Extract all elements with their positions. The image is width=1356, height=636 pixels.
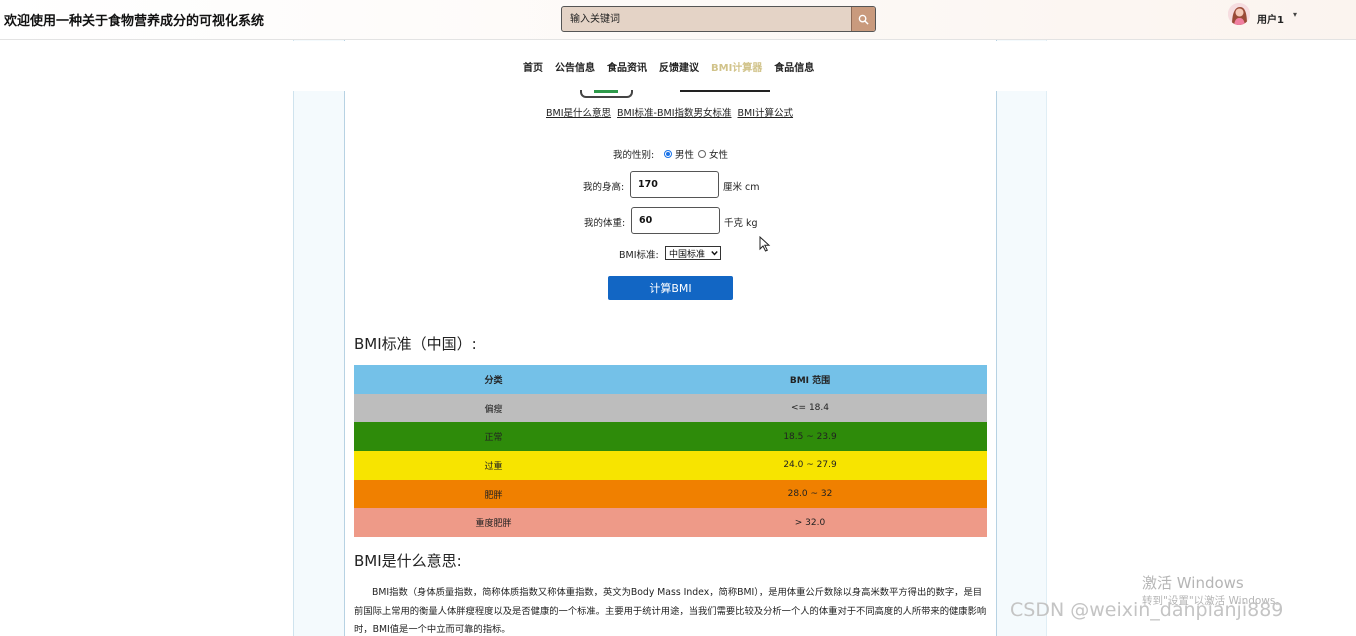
avatar[interactable] <box>1228 3 1250 25</box>
height-field[interactable] <box>630 171 719 198</box>
search-input[interactable] <box>562 7 852 31</box>
bmi-meaning-heading: BMI是什么意思: <box>354 552 462 570</box>
nav-item-bmi-calculator[interactable]: BMI计算器 <box>711 59 762 74</box>
range-cell: 28.0 ~ 32 <box>787 489 833 500</box>
table-row: 正常 18.5 ~ 23.9 <box>354 422 987 452</box>
nav-item-home[interactable]: 首页 <box>523 59 543 74</box>
nav-item-feedback[interactable]: 反馈建议 <box>659 59 699 74</box>
category-cell: 过重 <box>484 461 503 472</box>
gender-female-label: 女性 <box>709 150 729 161</box>
page-side-left <box>293 40 344 636</box>
calculate-bmi-button[interactable]: 计算BMI <box>608 276 733 300</box>
page-heading-partial <box>680 86 772 94</box>
gender-label: 我的性别: <box>613 150 655 161</box>
bmi-standard-table: 分类 BMI 范围 偏瘦 <= 18.4 正常 18.5 ~ 23.9 过重 2… <box>354 365 987 538</box>
search-box <box>561 6 876 32</box>
chevron-down-icon[interactable]: ▾ <box>1293 10 1297 19</box>
user-name[interactable]: 用户1 <box>1257 11 1284 26</box>
range-cell: <= 18.4 <box>791 403 829 414</box>
gender-male-option[interactable]: 男性 <box>664 147 694 161</box>
weight-field[interactable] <box>631 207 720 234</box>
category-cell: 重度肥胖 <box>475 519 512 530</box>
category-cell: 偏瘦 <box>484 404 503 415</box>
table-header-row: 分类 BMI 范围 <box>354 365 987 394</box>
category-cell: 正常 <box>484 433 503 444</box>
gender-female-radio[interactable] <box>698 150 706 158</box>
link-bmi-formula[interactable]: BMI计算公式 <box>738 105 794 119</box>
search-icon <box>858 14 869 25</box>
link-bmi-standard[interactable]: BMI标准-BMI指数男女标准 <box>617 105 731 119</box>
gender-female-option[interactable]: 女性 <box>698 147 728 161</box>
range-cell: > 32.0 <box>794 517 826 528</box>
page-side-right <box>997 40 1047 636</box>
nav-item-food-info[interactable]: 食品信息 <box>774 59 814 74</box>
standard-select-value: 中国标准 <box>669 249 706 260</box>
top-header: 欢迎使用一种关于食物营养成分的可视化系统 用户1 ▾ <box>0 0 1356 40</box>
table-row: 肥胖 28.0 ~ 32 <box>354 479 987 509</box>
category-cell: 肥胖 <box>484 490 503 501</box>
table-row: 重度肥胖 > 32.0 <box>354 508 987 538</box>
gender-male-radio[interactable] <box>664 150 672 158</box>
main-nav: 首页 公告信息 食品资讯 反馈建议 BMI计算器 食品信息 <box>0 41 1356 91</box>
bmi-logo-partial <box>580 90 633 98</box>
standard-label: BMI标准: <box>619 250 659 261</box>
avatar-image <box>1228 3 1250 25</box>
standard-select[interactable]: 中国标准 <box>665 246 721 260</box>
height-unit: 厘米 cm <box>723 182 760 193</box>
weight-label: 我的体重: <box>584 218 626 229</box>
search-button[interactable] <box>851 7 875 31</box>
mouse-pointer-icon <box>759 236 771 252</box>
weight-unit: 千克 kg <box>724 218 758 229</box>
site-title: 欢迎使用一种关于食物营养成分的可视化系统 <box>4 14 265 29</box>
link-bmi-meaning[interactable]: BMI是什么意思 <box>546 105 611 119</box>
range-cell: 24.0 ~ 27.9 <box>783 460 837 471</box>
range-cell: 18.5 ~ 23.9 <box>783 431 837 442</box>
nav-item-food-news[interactable]: 食品资讯 <box>607 59 647 74</box>
chevron-down-icon <box>711 247 718 261</box>
nav-item-announcements[interactable]: 公告信息 <box>555 59 595 74</box>
column-header-category: 分类 <box>484 375 503 386</box>
height-label: 我的身高: <box>583 182 625 193</box>
activate-windows-title: 激活 Windows <box>1142 574 1244 592</box>
gender-male-label: 男性 <box>675 150 695 161</box>
bmi-table-heading: BMI标准（中国）: <box>354 335 477 353</box>
column-header-range: BMI 范围 <box>789 375 831 386</box>
table-row: 偏瘦 <= 18.4 <box>354 393 987 423</box>
csdn-watermark: CSDN @weixin_danpianji889 <box>1010 599 1284 621</box>
bmi-links: BMI是什么意思 BMI标准-BMI指数男女标准 BMI计算公式 <box>546 105 793 119</box>
bmi-meaning-paragraph: BMI指数（身体质量指数，简称体质指数又称体重指数，英文为Body Mass I… <box>354 587 987 635</box>
table-row: 过重 24.0 ~ 27.9 <box>354 451 987 480</box>
